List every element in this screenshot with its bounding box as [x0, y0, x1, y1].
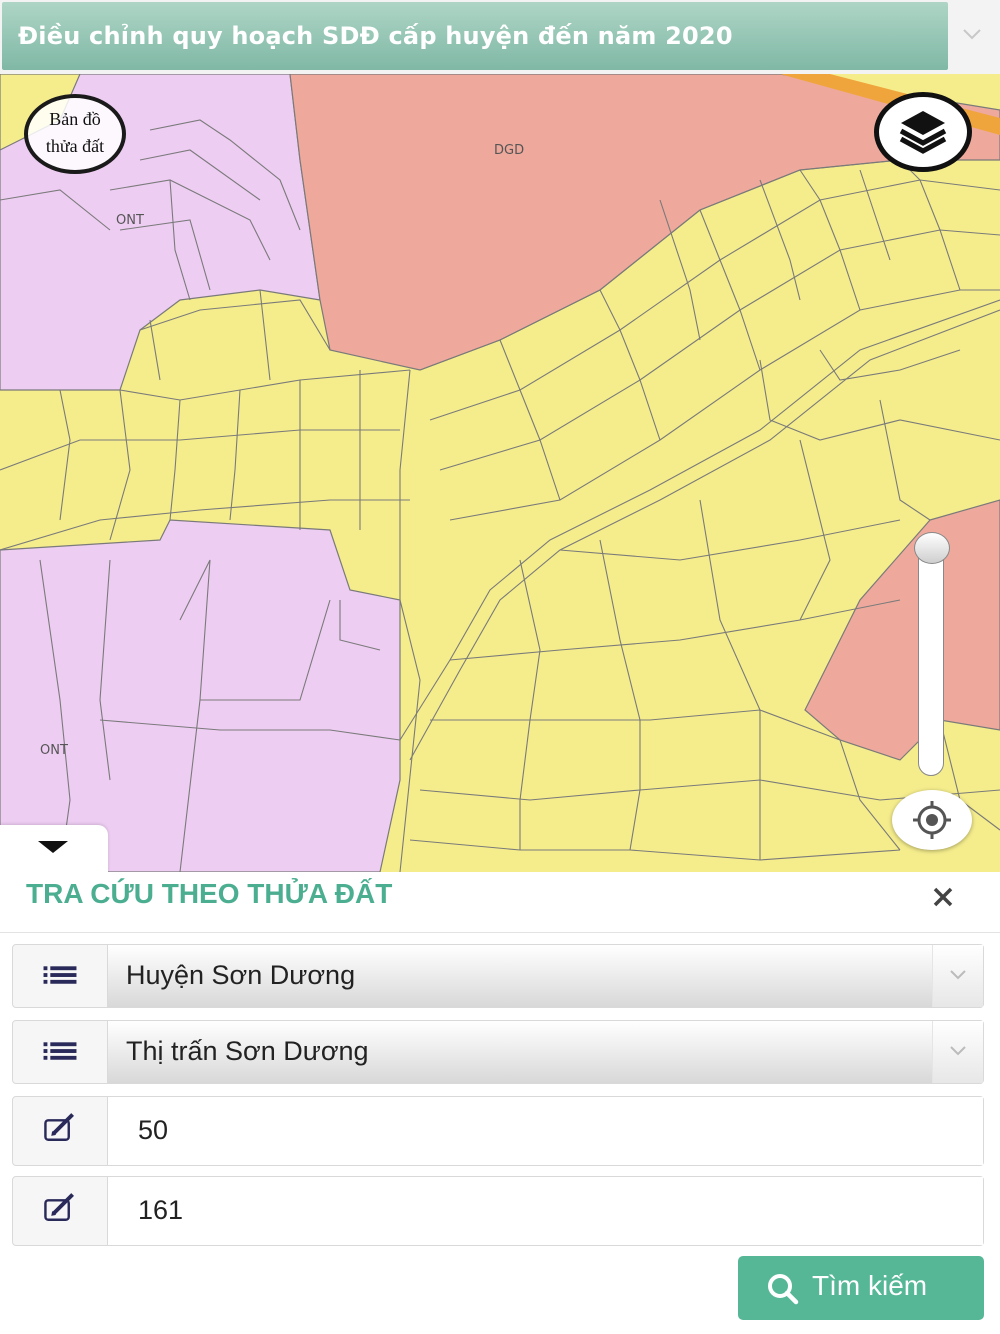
district-select-value: Huyện Sơn Dương [126, 960, 356, 990]
edit-icon [44, 1113, 75, 1141]
district-select-row: Huyện Sơn Dương [12, 944, 984, 1008]
parcel-map-button-line2: thửa đất [45, 136, 105, 156]
map-canvas[interactable]: DGD ONT ONT [0, 74, 1000, 872]
search-button-label: Tìm kiếm [812, 1270, 928, 1301]
panel-divider [0, 932, 1000, 933]
chevron-down-icon[interactable] [932, 945, 983, 1007]
locate-button[interactable] [892, 790, 972, 850]
commune-select-row: Thị trấn Sơn Dương [12, 1020, 984, 1084]
collapse-panel-button[interactable] [0, 825, 108, 873]
list-icon [43, 1042, 77, 1060]
parcel-number-value: 161 [138, 1195, 184, 1225]
commune-select[interactable]: Thị trấn Sơn Dương [107, 1021, 983, 1083]
map-sheet-input[interactable]: 50 [107, 1097, 983, 1165]
search-button[interactable]: Tìm kiếm [738, 1256, 984, 1320]
panel-title: TRA CỨU THEO THỬA ĐẤT [26, 878, 393, 909]
map-sheet-row: 50 [12, 1096, 984, 1166]
parcel-map-button[interactable]: Bản đồ thửa đất [24, 94, 126, 174]
chevron-down-icon[interactable] [952, 14, 992, 54]
close-icon[interactable] [928, 882, 958, 912]
chevron-down-icon[interactable] [932, 1021, 983, 1083]
map-sheet-value: 50 [138, 1115, 169, 1145]
map-label-ont-bottom: ONT [40, 743, 68, 758]
zoom-slider-handle[interactable] [914, 532, 950, 564]
search-icon [768, 1274, 799, 1305]
plan-select-label: Điều chỉnh quy hoạch SDĐ cấp huyện đến n… [18, 22, 733, 50]
map-label-dgd: DGD [494, 143, 524, 158]
parcel-number-input[interactable]: 161 [107, 1177, 983, 1245]
map-label-ont-top: ONT [116, 213, 144, 228]
layers-button[interactable] [874, 92, 972, 172]
commune-select-value: Thị trấn Sơn Dương [126, 1036, 369, 1066]
edit-icon [44, 1193, 75, 1221]
parcel-number-row: 161 [12, 1176, 984, 1246]
list-icon [43, 966, 77, 984]
district-select[interactable]: Huyện Sơn Dương [107, 945, 983, 1007]
parcel-map-button-line1: Bản đồ [49, 109, 101, 129]
plan-select[interactable]: Điều chỉnh quy hoạch SDĐ cấp huyện đến n… [2, 2, 948, 70]
layers-icon [899, 111, 947, 154]
search-panel: TRA CỨU THEO THỬA ĐẤT Huyện Sơn Dương Th… [0, 872, 1000, 1334]
crosshair-icon [913, 801, 951, 839]
top-bar: Điều chỉnh quy hoạch SDĐ cấp huyện đến n… [0, 0, 1000, 74]
caret-down-icon [38, 841, 68, 853]
parcel-map[interactable]: DGD ONT ONT [0, 74, 1000, 872]
zoom-slider[interactable] [918, 540, 944, 776]
